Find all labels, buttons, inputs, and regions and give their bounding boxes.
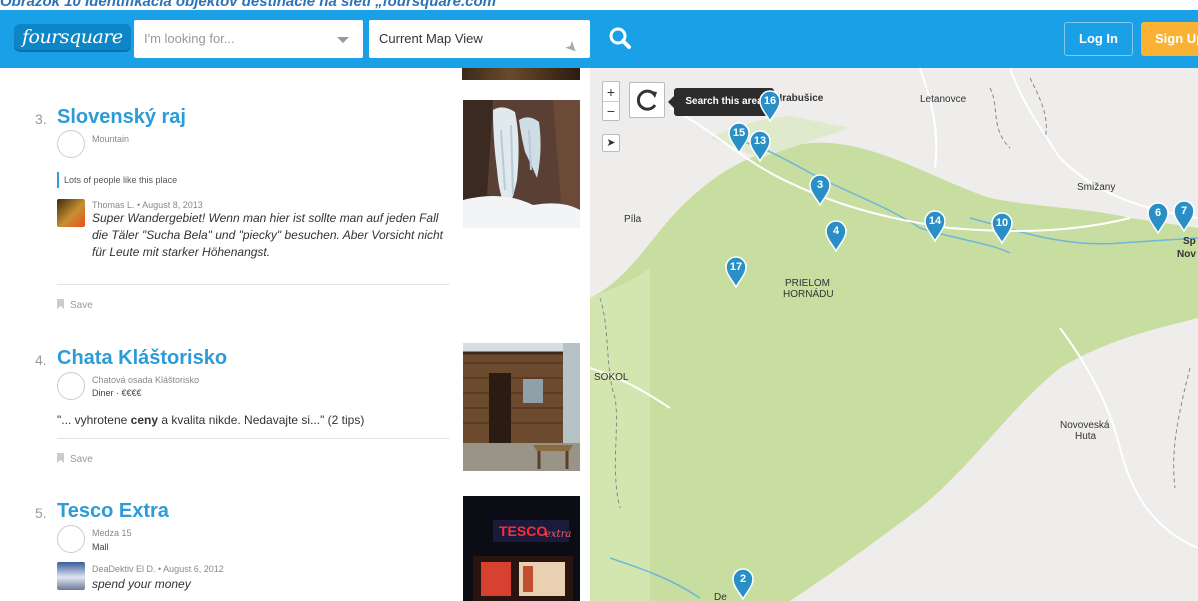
map-place-label: Novoveská [1060,420,1110,431]
map-pin[interactable]: 16 [758,90,782,123]
map-pin[interactable]: 17 [724,256,748,289]
map-place-label: Hrabušice [775,93,824,104]
save-label: Save [70,454,93,465]
save-button[interactable]: Save [57,299,93,311]
refresh-button[interactable] [629,82,665,118]
map-pin-number: 13 [753,135,767,147]
map-pin[interactable]: 7 [1172,200,1196,233]
bookmark-icon [57,299,64,309]
tip-text: Super Wandergebiet! Wenn man hier ist so… [92,211,444,259]
tip-bold: ceny [130,413,158,427]
venue-photo[interactable] [463,343,580,471]
map-pin[interactable]: 14 [923,210,947,243]
figure-caption: Obrázok 10 Identifikácia objektov destin… [0,0,504,10]
map-pin-number: 6 [1154,207,1162,219]
search-input[interactable]: I'm looking for... [134,20,363,58]
category-icon [57,525,85,553]
venue-name-link[interactable]: Slovenský raj [57,106,186,129]
tip-post: a kvalita nikde. Nedavajte si..." (2 tip… [158,413,365,427]
map-place-label: Nov [1177,249,1196,260]
map-pin-number: 4 [832,225,840,237]
map-base[interactable] [590,68,1198,601]
map-place-label: Huta [1075,431,1097,442]
price-tier: €€€€ [121,388,142,398]
tip-pre: "... vyhrotene [57,413,131,427]
venue-photo[interactable]: TESCO extra [463,496,580,601]
extra-sign: extra [545,529,571,540]
venue-category-label: Diner [92,388,114,398]
map-pin[interactable]: 10 [990,212,1014,245]
result-number: 5. [35,505,47,521]
venue-category: Mall [92,542,109,552]
top-navigation-bar: foursquare I'm looking for... Current Ma… [0,10,1198,68]
venue-name-link[interactable]: Tesco Extra [57,500,169,523]
venue-photo[interactable] [462,68,580,80]
search-button[interactable] [605,22,637,56]
zoom-in-button[interactable]: + [603,82,619,102]
map-place-label: Letanovce [920,94,967,105]
save-label: Save [70,300,93,311]
map-place-label: PRIELOM [785,278,831,289]
location-value: Current Map View [379,31,483,46]
map-place-label: HORNÁDU [783,289,834,300]
map-place-label: Píla [624,214,642,225]
foursquare-logo[interactable]: foursquare [14,24,131,52]
map-pin-number: 3 [816,179,824,191]
tip-author[interactable]: Thomas L. • August 8, 2013 [92,200,203,210]
tip-snippet[interactable]: "... vyhrotene ceny a kvalita nikde. Ned… [57,413,452,427]
result-number: 4. [35,352,47,368]
location-arrow-icon[interactable]: ➤ [554,30,590,66]
venue-photo[interactable] [463,100,580,228]
map-pin[interactable]: 4 [824,220,848,253]
save-button[interactable]: Save [57,453,93,465]
search-icon [609,27,631,49]
venue-category: Diner · €€€€ [92,388,142,398]
likes-note: Lots of people like this place [57,172,177,188]
venue-name-link[interactable]: Chata Kláštorisko [57,347,227,370]
venue-address: Chatová osada Kláštorisko [92,375,200,385]
signup-button[interactable]: Sign Up [1141,22,1198,56]
login-button[interactable]: Log In [1064,22,1133,56]
results-list: 3. Slovenský raj Mountain Lots of people… [0,68,590,601]
divider [57,438,450,439]
map-pin-number: 10 [995,217,1009,229]
location-arrow-icon: ➤ [606,137,616,149]
map-place-label: Smižany [1077,182,1116,193]
map-pin-number: 17 [729,261,743,273]
tip-text: spend your money [92,577,191,591]
map-place-label: SOKOL [594,372,629,383]
map-pin[interactable]: 3 [808,174,832,207]
map-place-label: Sp [1183,236,1196,247]
avatar[interactable] [57,562,85,590]
locate-button[interactable]: ➤ [602,134,620,152]
map-pin-number: 7 [1180,205,1188,217]
zoom-out-button[interactable]: − [603,102,619,121]
map-panel[interactable]: + − ➤ Search this area Hrabušice Letanov… [590,68,1198,601]
map-pin[interactable]: 6 [1146,202,1170,235]
divider [57,284,450,285]
map-pin-number: 16 [763,95,777,107]
tip-author[interactable]: DeaDektiv El D. • August 6, 2012 [92,564,224,574]
map-pin-number: 2 [739,573,747,585]
map-pin[interactable]: 13 [748,130,772,163]
venue-category: Mountain [92,134,130,144]
bookmark-icon [57,453,64,463]
result-number: 3. [35,111,47,127]
map-pin[interactable]: 2 [731,568,755,601]
map-pin-number: 14 [928,215,942,227]
zoom-control: + − [602,81,620,121]
map-place-label: De [714,592,727,601]
venue-address: Medza 15 [92,528,132,538]
avatar[interactable] [57,199,85,227]
chevron-down-icon[interactable] [337,37,349,43]
tesco-sign: TESCO [499,523,547,539]
category-icon [57,372,85,400]
forest-area [590,268,650,601]
refresh-icon [636,89,657,111]
category-icon [57,130,85,158]
location-input[interactable]: Current Map View ➤ [369,20,590,58]
search-placeholder: I'm looking for... [144,31,235,46]
